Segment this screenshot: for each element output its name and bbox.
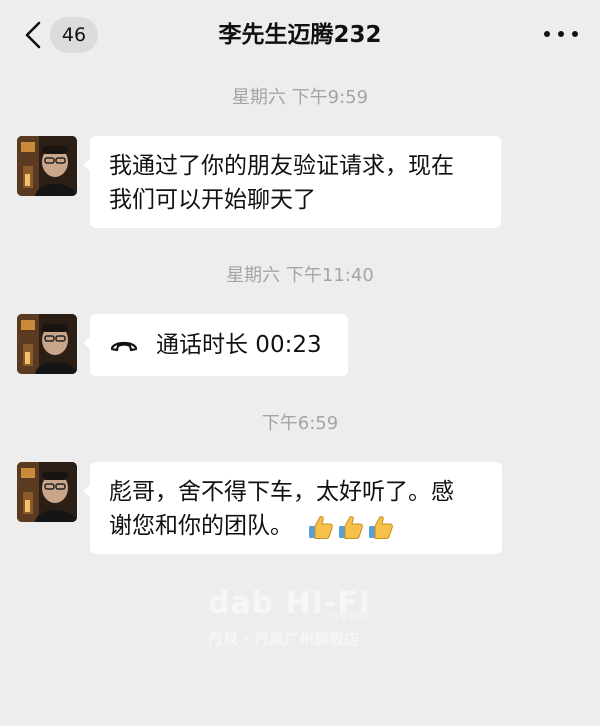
- phone-hangup-icon: [109, 335, 139, 355]
- message-row: 彪哥，舍不得下车，太好听了。感 谢您和你的团队。: [0, 462, 600, 554]
- thumbs-up-icon: [339, 515, 364, 539]
- watermark-sub-text: 丹泉 · 丹泉广州旗舰店: [208, 630, 360, 648]
- emoji-group: [306, 513, 396, 541]
- timestamp: 下午6:59: [261, 413, 339, 434]
- back-button[interactable]: 46: [18, 16, 102, 54]
- message-line: 我们可以开始聊天了: [109, 187, 316, 213]
- call-duration-text: 通话时长 00:23: [156, 332, 322, 358]
- avatar[interactable]: [17, 136, 77, 196]
- message-line: 谢您和你的团队。: [109, 509, 483, 543]
- message-bubble[interactable]: 我通过了你的朋友验证请求，现在 我们可以开始聊天了: [83, 136, 501, 228]
- chevron-left-icon[interactable]: [18, 16, 48, 54]
- thumbs-up-icon: [369, 515, 394, 539]
- message-bubble[interactable]: 彪哥，舍不得下车，太好听了。感 谢您和你的团队。: [83, 462, 502, 554]
- chat-header: 46 李先生迈腾232: [0, 0, 600, 72]
- thumbs-up-icon: [309, 515, 334, 539]
- message-line: 彪哥，舍不得下车，太好听了。感: [109, 479, 454, 505]
- message-line: 我通过了你的朋友验证请求，现在: [109, 153, 454, 179]
- watermark-mini-text: 汽车音响: [328, 612, 368, 623]
- timestamp: 星期六 下午9:59: [231, 87, 369, 108]
- call-record-bubble[interactable]: 通话时长 00:23: [83, 314, 348, 376]
- avatar[interactable]: [17, 462, 77, 522]
- chat-title: 李先生迈腾232: [218, 22, 382, 48]
- avatar[interactable]: [17, 314, 77, 374]
- message-line-text: 谢您和你的团队。: [109, 513, 293, 539]
- message-row: 我通过了你的朋友验证请求，现在 我们可以开始聊天了: [0, 136, 600, 228]
- timestamp: 星期六 下午11:40: [226, 265, 374, 286]
- more-dots-icon[interactable]: [544, 26, 578, 42]
- message-row: 通话时长 00:23: [0, 314, 600, 376]
- unread-count-badge[interactable]: 46: [50, 17, 98, 53]
- watermark-logo: dab HI-FI 汽车音响 丹泉 · 丹泉广州旗舰店: [208, 576, 398, 656]
